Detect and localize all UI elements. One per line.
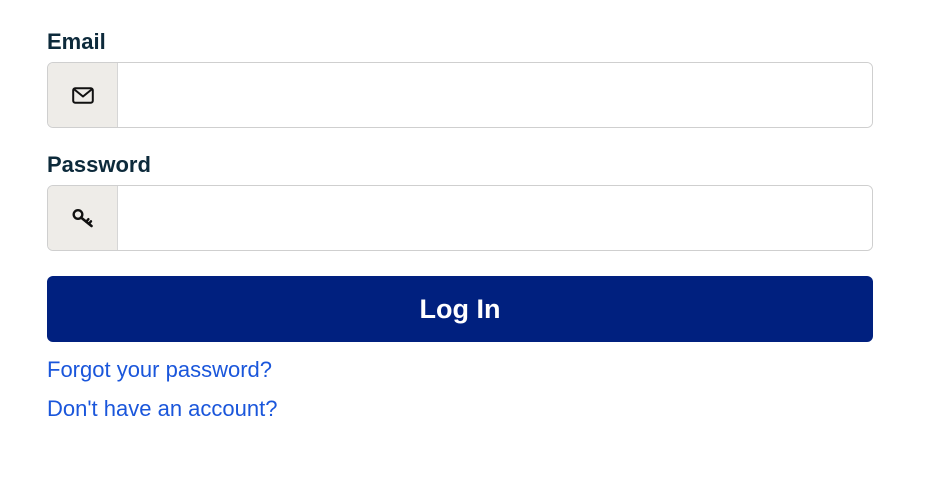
password-addon xyxy=(48,186,118,250)
email-label: Email xyxy=(47,29,106,54)
login-button[interactable]: Log In xyxy=(47,276,873,342)
email-group: Email xyxy=(47,28,873,128)
password-input[interactable] xyxy=(118,186,872,250)
email-field-wrapper xyxy=(47,62,873,128)
password-group: Password xyxy=(47,151,873,251)
envelope-icon xyxy=(71,86,94,104)
forgot-password-link[interactable]: Forgot your password? xyxy=(47,356,873,384)
password-field-wrapper xyxy=(47,185,873,251)
password-label: Password xyxy=(47,152,151,177)
login-form: Email Password Log In Forgot your passwo… xyxy=(47,28,873,423)
email-addon xyxy=(48,63,118,127)
signup-link[interactable]: Don't have an account? xyxy=(47,395,873,423)
key-icon xyxy=(71,208,93,228)
email-input[interactable] xyxy=(118,63,872,127)
